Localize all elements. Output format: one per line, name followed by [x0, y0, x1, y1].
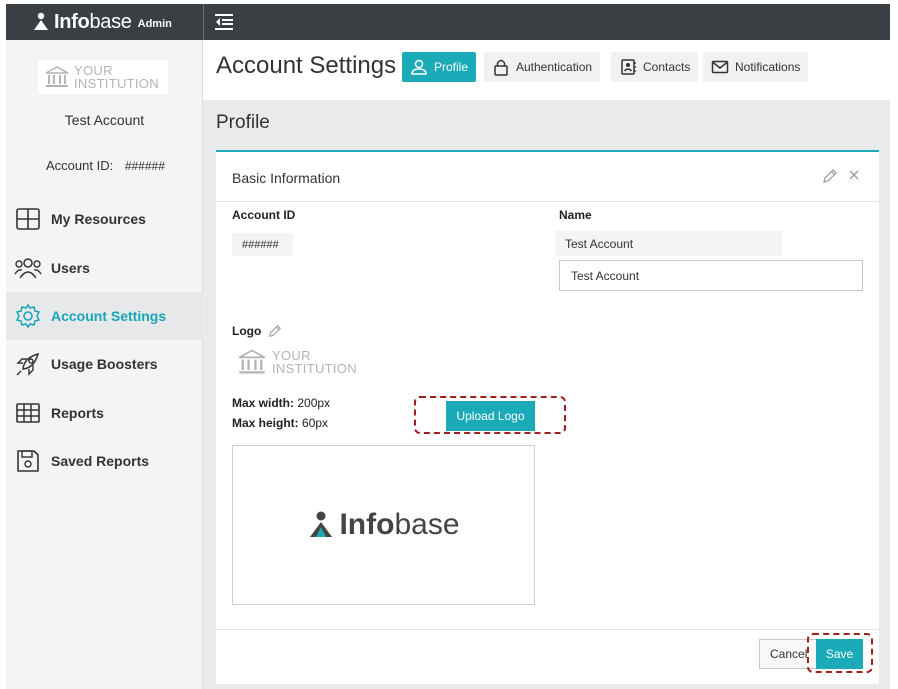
sidebar-item-label: Users: [51, 260, 90, 276]
sidebar-item-label: My Resources: [51, 211, 146, 227]
max-width-text: Max width: 200px: [232, 396, 331, 410]
logo-label-text: Logo: [232, 324, 262, 338]
sidebar-item-label: Account Settings: [51, 308, 167, 324]
bank-building-icon: [45, 66, 69, 87]
account-id: Account ID: ######: [46, 158, 165, 173]
tab-label: Authentication: [516, 60, 593, 74]
user-icon: [411, 59, 427, 75]
account-id-field-value: ######: [232, 233, 293, 256]
envelope-icon: [711, 60, 729, 74]
sidebar-item-reports[interactable]: Reports: [6, 389, 203, 437]
sidebar-item-label: Usage Boosters: [51, 356, 158, 372]
preview-brand-part1: Info: [339, 508, 395, 541]
edit-logo-pencil-icon[interactable]: [268, 324, 282, 338]
account-name: Test Account: [64, 112, 145, 128]
logo-upload-preview: Info base: [232, 445, 535, 605]
floppy-disk-icon: [14, 447, 42, 475]
institution-logo-text: YOUR INSTITUTION: [74, 63, 159, 91]
page-title: Account Settings: [216, 52, 397, 79]
top-bar: Info base Admin: [6, 4, 890, 40]
institution-logo: YOUR INSTITUTION: [38, 60, 168, 94]
sidebar-item-label: Saved Reports: [51, 453, 150, 469]
save-button[interactable]: Save: [816, 639, 863, 669]
topbar-divider: [203, 4, 204, 40]
contact-book-icon: [621, 59, 636, 75]
tab-label: Profile: [434, 60, 469, 74]
card-title: Basic Information: [232, 170, 341, 186]
brand-logo[interactable]: Info base Admin: [6, 4, 203, 40]
tab-label: Notifications: [735, 60, 801, 74]
account-id-label: Account ID:: [46, 158, 114, 173]
sidebar-item-account-settings[interactable]: Account Settings: [6, 292, 203, 340]
tab-authentication[interactable]: Authentication: [484, 52, 601, 82]
tab-profile[interactable]: Profile: [402, 52, 477, 82]
tab-label: Contacts: [643, 60, 691, 74]
table-icon: [14, 399, 42, 427]
content-area: Profile Basic Information Account ID ###…: [203, 100, 890, 689]
account-id-value: ######: [124, 159, 165, 173]
logo-preview-text: YOUR INSTITUTION: [272, 348, 357, 376]
sidebar-item-users[interactable]: Users: [6, 244, 203, 292]
account-id-field-label: Account ID: [232, 208, 296, 222]
tab-contacts[interactable]: Contacts: [611, 52, 699, 82]
infobase-person-icon: [34, 12, 48, 30]
brand-suffix: Admin: [137, 18, 172, 30]
infobase-person-icon: [310, 511, 333, 537]
menu-toggle-icon[interactable]: [212, 10, 236, 34]
gear-icon: [14, 302, 42, 330]
sidebar-item-usage-boosters[interactable]: Usage Boosters: [6, 340, 203, 388]
preview-brand-part2: base: [394, 508, 460, 541]
rocket-icon: [14, 350, 42, 378]
name-input[interactable]: Test Account: [559, 260, 863, 291]
card-footer-divider: [216, 629, 879, 630]
name-field-value: Test Account: [555, 231, 782, 256]
brand-part2: base: [89, 10, 132, 33]
card-header: Basic Information: [216, 152, 879, 202]
name-field-label: Name: [559, 208, 592, 222]
sidebar-item-saved-reports[interactable]: Saved Reports: [6, 437, 203, 485]
infobase-logo: Info base: [307, 508, 460, 542]
max-height-text: Max height: 60px: [232, 416, 329, 430]
lock-icon: [494, 59, 508, 76]
bank-building-icon: [238, 349, 266, 374]
brand-part1: Info: [54, 10, 90, 33]
tab-notifications[interactable]: Notifications: [703, 52, 809, 82]
sidebar: YOUR INSTITUTION Test Account Account ID…: [6, 40, 203, 689]
logo-preview: YOUR INSTITUTION: [233, 345, 363, 379]
main-header: Account Settings Profile Authentication …: [203, 40, 890, 100]
sidebar-item-my-resources[interactable]: My Resources: [6, 195, 203, 243]
sidebar-item-label: Reports: [51, 405, 104, 421]
upload-logo-button[interactable]: Upload Logo: [446, 401, 535, 431]
close-icon[interactable]: [847, 168, 861, 182]
grid-icon: [14, 205, 42, 233]
basic-information-card: Basic Information Account ID ###### Name…: [216, 150, 879, 684]
users-icon: [14, 254, 42, 282]
pencil-icon[interactable]: [822, 168, 838, 184]
section-title: Profile: [216, 112, 270, 133]
logo-label: Logo: [232, 324, 282, 338]
